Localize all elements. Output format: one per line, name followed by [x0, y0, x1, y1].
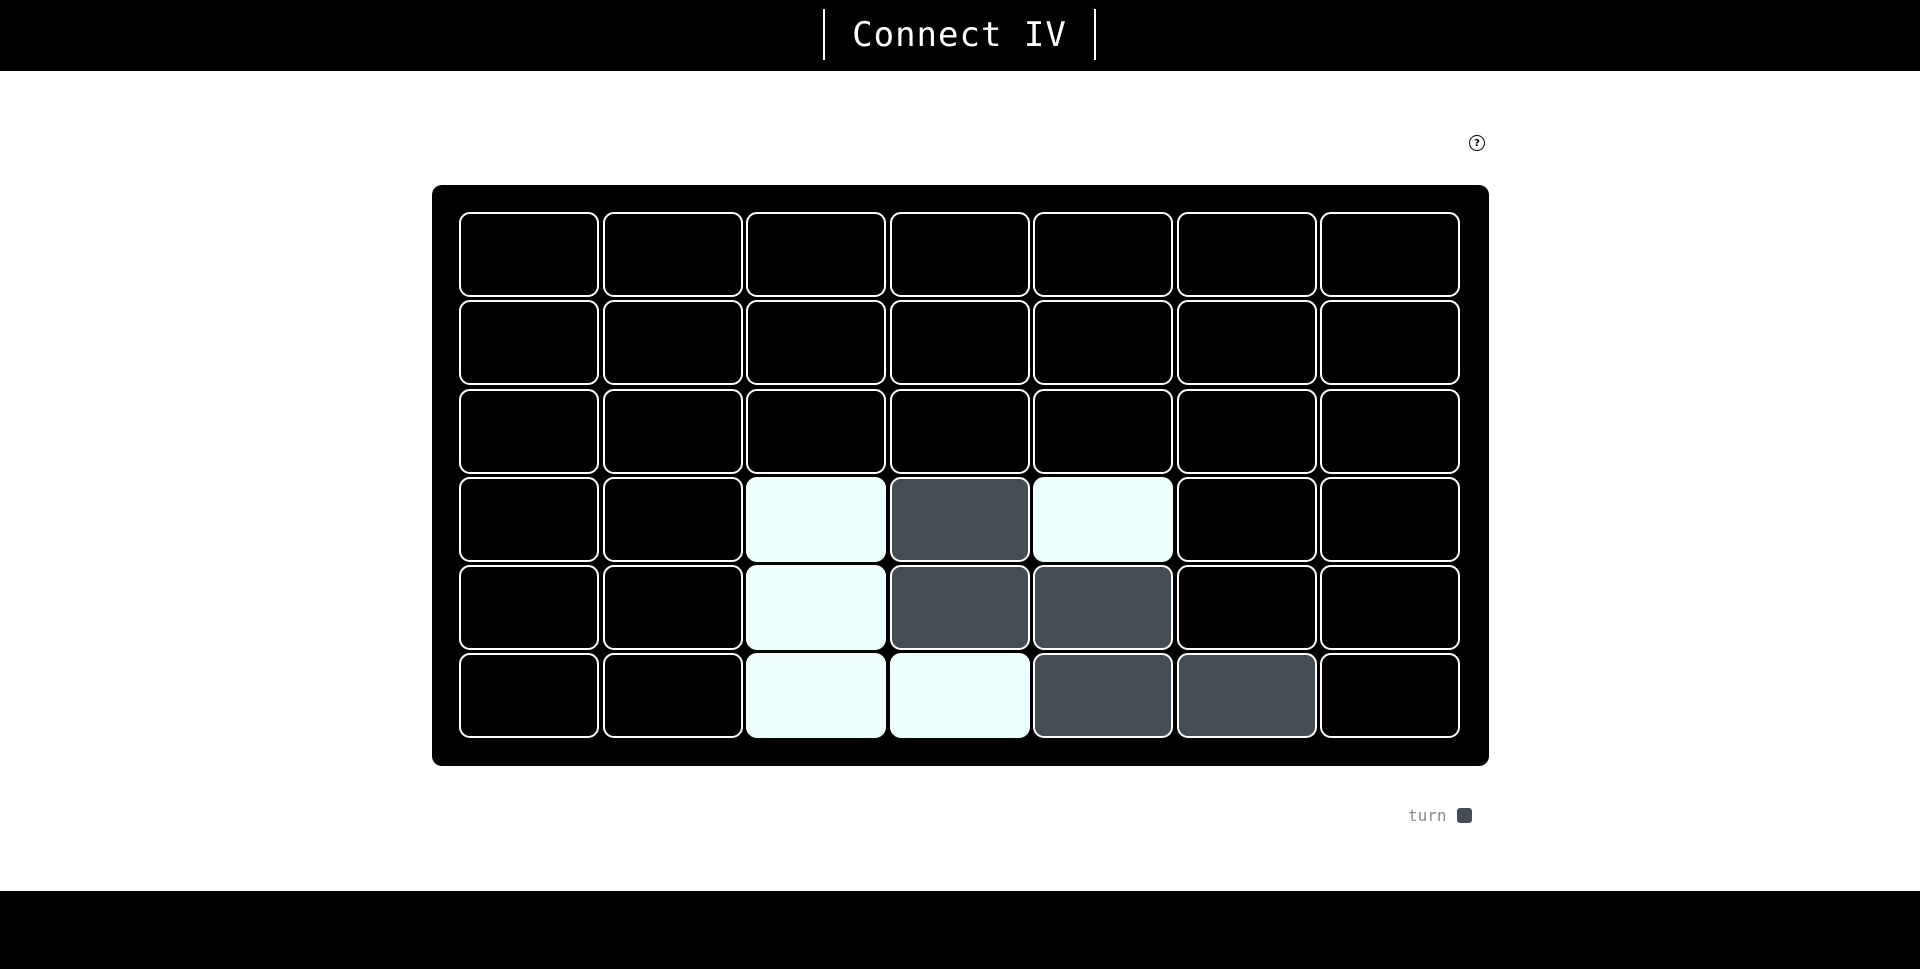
board-cell-r4-c3[interactable] [746, 476, 886, 562]
board-cell-r2-c4[interactable] [889, 300, 1030, 386]
board-cell-r3-c7[interactable] [1320, 388, 1460, 474]
game-board [432, 185, 1489, 766]
board-cell-r2-c3[interactable] [746, 300, 886, 386]
board-cell-r5-c7[interactable] [1320, 565, 1460, 651]
board-cell-r3-c1[interactable] [459, 388, 599, 474]
board-cell-r1-c7[interactable] [1320, 212, 1460, 297]
turn-indicator: turn [1408, 806, 1472, 825]
board-cell-r5-c3[interactable] [746, 565, 886, 651]
board-grid [459, 212, 1460, 739]
help-icon[interactable]: ? [1469, 135, 1485, 151]
board-cell-r2-c6[interactable] [1176, 300, 1317, 386]
board-cell-r5-c2[interactable] [602, 565, 743, 651]
board-cell-r4-c5[interactable] [1033, 476, 1173, 562]
help-glyph: ? [1474, 137, 1480, 149]
board-cell-r1-c3[interactable] [746, 212, 886, 297]
header-bar: Connect IV [0, 0, 1920, 71]
board-cell-r6-c4[interactable] [889, 653, 1030, 739]
board-cell-r2-c1[interactable] [459, 300, 599, 386]
board-cell-r6-c1[interactable] [459, 653, 599, 739]
footer-bar [0, 891, 1920, 969]
board-cell-r3-c5[interactable] [1033, 388, 1173, 474]
board-cell-r3-c2[interactable] [602, 388, 743, 474]
board-cell-r4-c4[interactable] [889, 476, 1030, 562]
board-cell-r1-c2[interactable] [602, 212, 743, 297]
board-cell-r5-c4[interactable] [889, 565, 1030, 651]
board-cell-r6-c3[interactable] [746, 653, 886, 739]
board-cell-r6-c7[interactable] [1320, 653, 1460, 739]
board-cell-r4-c6[interactable] [1176, 476, 1317, 562]
page-title: Connect IV [852, 14, 1067, 55]
board-cell-r1-c4[interactable] [889, 212, 1030, 297]
title-frame: Connect IV [823, 9, 1096, 60]
turn-color-swatch [1456, 808, 1472, 823]
board-cell-r2-c2[interactable] [602, 300, 743, 386]
board-cell-r1-c1[interactable] [459, 212, 599, 297]
board-cell-r2-c7[interactable] [1320, 300, 1460, 386]
board-cell-r2-c5[interactable] [1033, 300, 1173, 386]
board-cell-r1-c6[interactable] [1176, 212, 1317, 297]
board-cell-r4-c1[interactable] [459, 476, 599, 562]
board-cell-r4-c7[interactable] [1320, 476, 1460, 562]
turn-label: turn [1408, 806, 1447, 825]
board-cell-r1-c5[interactable] [1033, 212, 1173, 297]
board-cell-r4-c2[interactable] [602, 476, 743, 562]
board-cell-r6-c2[interactable] [602, 653, 743, 739]
board-cell-r6-c6[interactable] [1176, 653, 1317, 739]
board-cell-r6-c5[interactable] [1033, 653, 1173, 739]
board-cell-r5-c1[interactable] [459, 565, 599, 651]
board-cell-r5-c6[interactable] [1176, 565, 1317, 651]
board-cell-r3-c6[interactable] [1176, 388, 1317, 474]
board-cell-r3-c4[interactable] [889, 388, 1030, 474]
board-cell-r5-c5[interactable] [1033, 565, 1173, 651]
board-cell-r3-c3[interactable] [746, 388, 886, 474]
